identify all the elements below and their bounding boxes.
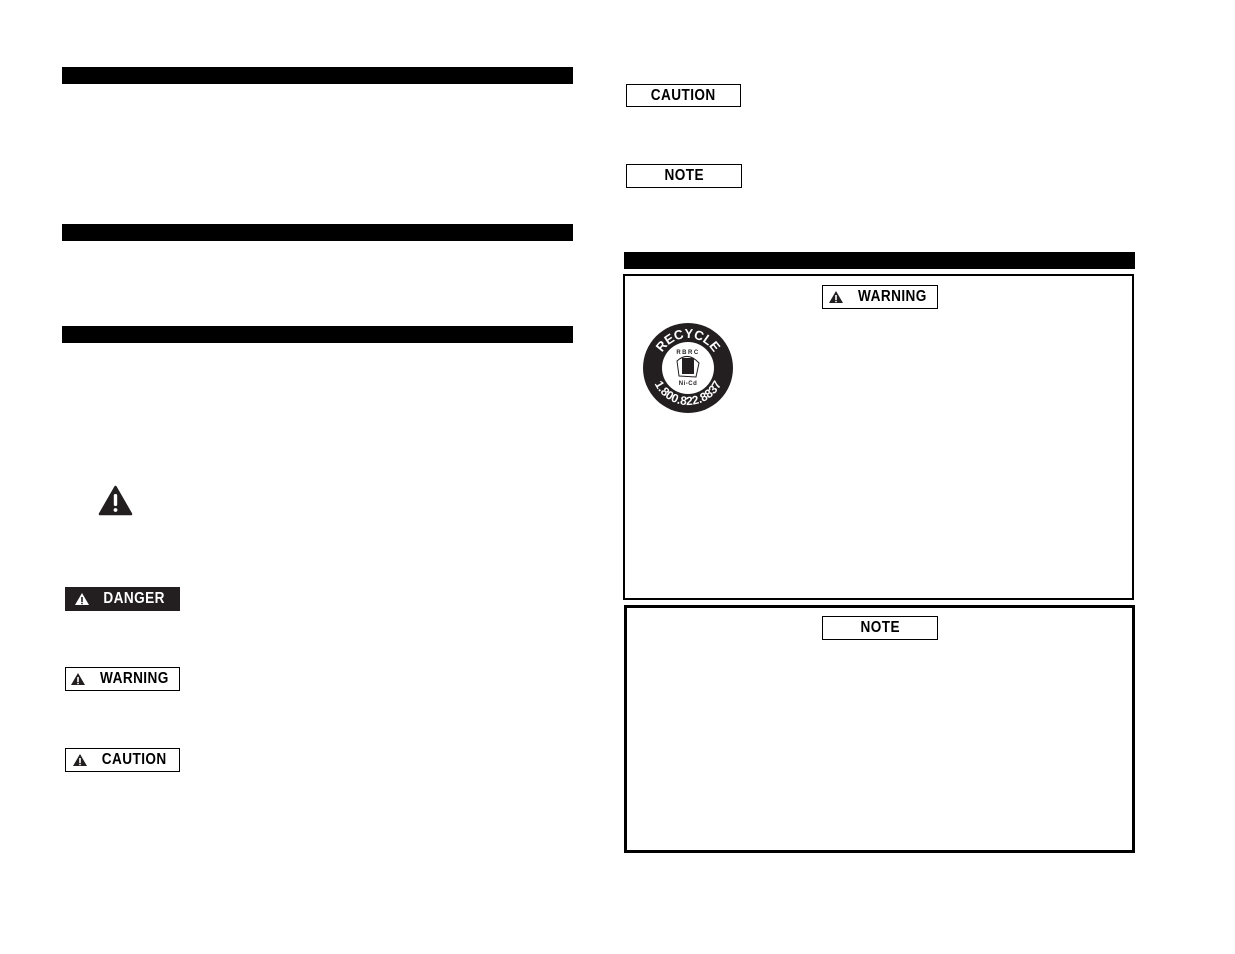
alert-triangle-icon xyxy=(75,593,90,605)
battery-warning-panel: WARNING RECYCLE 1.800.822.8837 RBRC Ni-C… xyxy=(623,274,1134,600)
alert-triangle-icon xyxy=(73,754,88,766)
section-header-bar xyxy=(62,67,573,84)
svg-text:Ni-Cd: Ni-Cd xyxy=(679,381,698,387)
alert-triangle-icon xyxy=(71,673,86,685)
caution-label: CAUTION xyxy=(626,84,741,107)
note-panel: NOTE xyxy=(624,605,1135,853)
danger-label: DANGER xyxy=(65,587,180,611)
caution-label: CAUTION xyxy=(65,748,180,772)
note-label: NOTE xyxy=(626,164,742,188)
warning-label: WARNING xyxy=(65,667,180,691)
rbrc-recycle-seal: RECYCLE 1.800.822.8837 RBRC Ni-Cd xyxy=(643,323,733,413)
section-header-bar xyxy=(62,224,573,241)
section-header-bar xyxy=(624,252,1135,269)
safety-alert-triangle-icon xyxy=(98,485,133,516)
note-label: NOTE xyxy=(822,616,938,640)
warning-label: WARNING xyxy=(822,285,938,309)
svg-text:RBRC: RBRC xyxy=(676,350,699,356)
section-header-bar xyxy=(62,326,573,343)
alert-triangle-icon xyxy=(828,291,843,303)
